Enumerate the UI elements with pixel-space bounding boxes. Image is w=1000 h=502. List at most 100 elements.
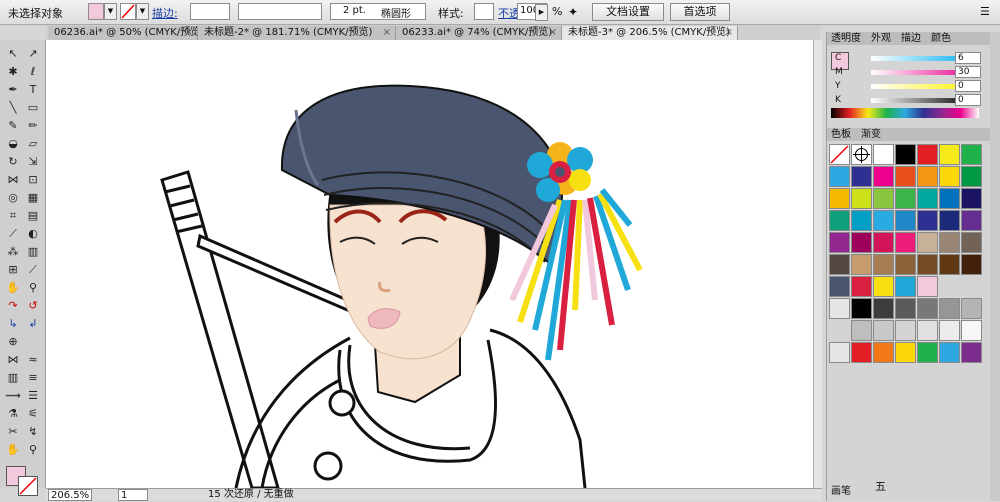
swatch[interactable]: [829, 166, 850, 187]
yellow-value[interactable]: 0: [955, 80, 981, 92]
path-direction-icon[interactable]: ↳: [4, 316, 22, 332]
twirl-tool-icon[interactable]: ≈: [24, 352, 42, 368]
swatch[interactable]: [851, 342, 872, 363]
close-tab-icon[interactable]: ×: [549, 26, 557, 39]
graph-tool-icon[interactable]: ▥: [24, 244, 42, 260]
close-tab-icon[interactable]: ×: [725, 26, 733, 39]
free-transform-tool-icon[interactable]: ⊡: [24, 172, 42, 188]
swatch[interactable]: [829, 254, 850, 275]
width-tool-icon[interactable]: ⋈: [4, 172, 22, 188]
swatch[interactable]: [851, 166, 872, 187]
swatch[interactable]: [851, 254, 872, 275]
swatch[interactable]: [961, 254, 982, 275]
zoom-alt-icon[interactable]: ⚲: [24, 442, 42, 458]
swatch[interactable]: [873, 210, 894, 231]
swatch[interactable]: [939, 232, 960, 253]
zoom-field[interactable]: 206.5%: [48, 489, 92, 501]
tab-gradient[interactable]: 渐变: [861, 128, 881, 141]
blob-brush-tool-icon[interactable]: ◒: [4, 136, 22, 152]
swatch[interactable]: [851, 298, 872, 319]
tab-stroke[interactable]: 描边: [901, 32, 921, 45]
symbol-sprayer-tool-icon[interactable]: ⁂: [4, 244, 22, 260]
pencil-tool-icon[interactable]: ✏: [24, 118, 42, 134]
scissors-tool-icon[interactable]: ✂: [4, 424, 22, 440]
stroke-weight-field[interactable]: [190, 3, 230, 20]
swatch[interactable]: [917, 188, 938, 209]
swatch[interactable]: [873, 298, 894, 319]
tab-swatches[interactable]: 色板: [831, 128, 851, 141]
swatch[interactable]: [939, 254, 960, 275]
swatch[interactable]: [961, 298, 982, 319]
swatch[interactable]: [917, 298, 938, 319]
tab-untitled-3[interactable]: 未标题-3* @ 206.5% (CMYK/预览) ×: [562, 26, 738, 40]
anchor-tool-icon[interactable]: ↺: [24, 298, 42, 314]
swatch[interactable]: [873, 232, 894, 253]
warp-tool-icon[interactable]: ⋈: [4, 352, 22, 368]
tab-06233[interactable]: 06233.ai* @ 74% (CMYK/预览) ×: [396, 26, 562, 40]
swatch-none[interactable]: [829, 144, 850, 165]
eraser-tool-icon[interactable]: ▱: [24, 136, 42, 152]
tab-color[interactable]: 颜色: [931, 32, 951, 45]
lasso-tool-icon[interactable]: ℓ: [24, 64, 42, 80]
shape-builder-tool-icon[interactable]: ◎: [4, 190, 22, 206]
swatch[interactable]: [961, 144, 982, 165]
stroke-dropdown[interactable]: ▼: [136, 3, 149, 20]
swatch[interactable]: [873, 144, 894, 165]
swatch[interactable]: [895, 298, 916, 319]
color-spectrum-bar[interactable]: [831, 108, 979, 118]
stroke-color-box[interactable]: [18, 476, 38, 496]
swatch[interactable]: [873, 342, 894, 363]
swatch[interactable]: [895, 144, 916, 165]
swatch[interactable]: [895, 342, 916, 363]
tab-untitled-2[interactable]: 未标题-2* @ 181.71% (CMYK/预览) ×: [198, 26, 396, 40]
brush-field[interactable]: 2 pt. 椭圆形: [330, 3, 426, 20]
ime-indicator[interactable]: 五: [875, 478, 886, 494]
magenta-value[interactable]: 30: [955, 66, 981, 78]
artboard-canvas[interactable]: [46, 40, 813, 488]
swatch[interactable]: [939, 144, 960, 165]
swatch-group-folder-icon[interactable]: [829, 298, 850, 319]
vertical-scrollbar[interactable]: [813, 40, 822, 488]
swatch[interactable]: [873, 320, 894, 341]
join-tool-icon[interactable]: ↲: [24, 316, 42, 332]
swatch[interactable]: [917, 166, 938, 187]
variable-width-field[interactable]: [238, 3, 322, 20]
black-value[interactable]: 0: [955, 94, 981, 106]
type-tool-icon[interactable]: T: [24, 82, 42, 98]
hand-tool-icon[interactable]: ✋: [4, 280, 22, 296]
swatch[interactable]: [961, 188, 982, 209]
swatch[interactable]: [829, 188, 850, 209]
close-tab-icon[interactable]: ×: [383, 26, 391, 39]
measure-tool-icon[interactable]: ⚟: [24, 406, 42, 422]
swatch[interactable]: [939, 342, 960, 363]
direct-selection-tool-icon[interactable]: ↗: [24, 46, 42, 62]
eyedropper-tool-icon[interactable]: ⟋: [4, 226, 22, 242]
slice-tool-icon[interactable]: ⟋: [24, 262, 42, 278]
tab-06236[interactable]: 06236.ai* @ 50% (CMYK/预览) ×: [48, 26, 198, 40]
document-setup-button[interactable]: 文档设置: [592, 3, 664, 21]
swatch[interactable]: [917, 210, 938, 231]
swatch[interactable]: [895, 254, 916, 275]
fill-dropdown[interactable]: ▼: [104, 3, 117, 20]
swatch[interactable]: [851, 232, 872, 253]
style-swatch[interactable]: [474, 3, 494, 20]
crosshair-tool-icon[interactable]: ⊕: [4, 334, 22, 350]
swatch[interactable]: [873, 254, 894, 275]
fill-color-swatch[interactable]: [88, 3, 104, 20]
swatch[interactable]: [851, 188, 872, 209]
swatch[interactable]: [939, 320, 960, 341]
swatch-registration[interactable]: [851, 144, 872, 165]
swatch[interactable]: [829, 210, 850, 231]
paintbrush-tool-icon[interactable]: ✎: [4, 118, 22, 134]
rectangle-tool-icon[interactable]: ▭: [24, 100, 42, 116]
swatch[interactable]: [917, 254, 938, 275]
swatch[interactable]: [851, 276, 872, 297]
rotate-tool-icon[interactable]: ↻: [4, 154, 22, 170]
swatch[interactable]: [917, 276, 938, 297]
swatch[interactable]: [917, 320, 938, 341]
preferences-button[interactable]: 首选项: [670, 3, 730, 21]
swatch[interactable]: [961, 320, 982, 341]
swatch[interactable]: [895, 188, 916, 209]
swatch[interactable]: [939, 188, 960, 209]
swatch[interactable]: [961, 232, 982, 253]
